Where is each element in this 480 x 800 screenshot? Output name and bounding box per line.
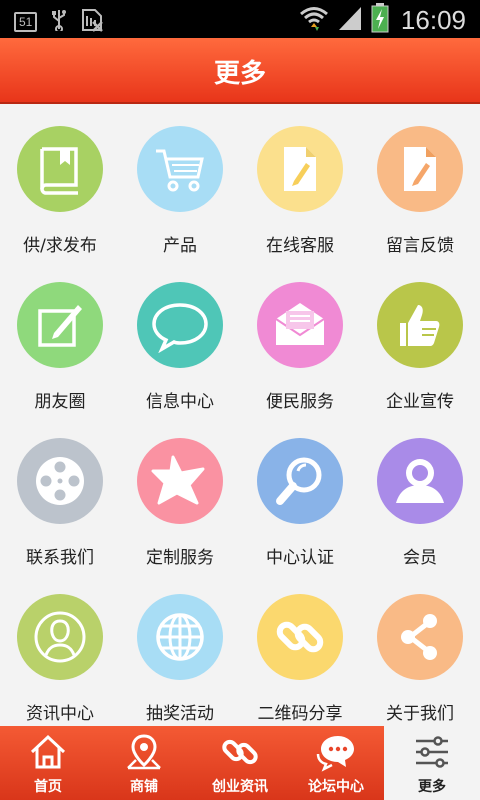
notification-badge: 51 xyxy=(14,12,38,32)
grid-item-about-us[interactable]: 关于我们 xyxy=(360,572,480,726)
wifi-icon xyxy=(299,5,329,35)
grid-item-label: 资讯中心 xyxy=(26,704,94,724)
sim-icon xyxy=(81,8,104,36)
grid-item-member[interactable]: 会员 xyxy=(360,416,480,572)
grid-item-contact-us[interactable]: 联系我们 xyxy=(0,416,120,572)
book-icon xyxy=(17,126,103,212)
grid-item-label: 关于我们 xyxy=(386,704,454,724)
star-icon xyxy=(137,438,223,524)
grid-item-label: 产品 xyxy=(163,236,197,256)
link-icon xyxy=(257,594,343,680)
mail-icon xyxy=(257,282,343,368)
grid-item-lottery[interactable]: 抽奖活动 xyxy=(120,572,240,726)
usb-icon xyxy=(51,9,67,35)
nav-item-home[interactable]: 首页 xyxy=(0,726,96,800)
grid-item-feedback[interactable]: 留言反馈 xyxy=(360,104,480,260)
page-title: 更多 xyxy=(213,59,266,89)
signal-icon xyxy=(337,5,363,35)
map-pin-icon xyxy=(96,732,192,772)
thumbs-up-icon xyxy=(377,282,463,368)
grid-item-custom-service[interactable]: 定制服务 xyxy=(120,416,240,572)
film-reel-icon xyxy=(17,438,103,524)
battery-charging-icon xyxy=(371,3,389,37)
document-edit-icon xyxy=(257,126,343,212)
person-icon xyxy=(17,594,103,680)
bottom-nav: 首页 商铺 创业资讯 论坛中心 更多 xyxy=(0,726,480,800)
app-header: 更多 xyxy=(0,38,480,104)
nav-item-forum[interactable]: 论坛中心 xyxy=(288,726,384,800)
grid-item-convenience[interactable]: 便民服务 xyxy=(240,260,360,416)
share-icon xyxy=(377,594,463,680)
clock: 16:09 xyxy=(400,4,466,35)
nav-item-shops[interactable]: 商铺 xyxy=(96,726,192,800)
nav-label: 论坛中心 xyxy=(308,779,364,795)
grid-item-label: 朋友圈 xyxy=(34,392,86,412)
grid-item-label: 在线客服 xyxy=(266,236,334,256)
grid-item-label: 留言反馈 xyxy=(386,236,454,256)
grid-item-online-service[interactable]: 在线客服 xyxy=(240,104,360,260)
link-icon xyxy=(192,732,288,772)
menu-grid: 供/求发布 产品 在线客服 留言反馈 朋友圈 信息中心 便民服务 企业宣传 联系… xyxy=(0,104,480,726)
nav-label: 商铺 xyxy=(130,779,158,795)
grid-item-news-center[interactable]: 资讯中心 xyxy=(0,572,120,726)
nav-label: 首页 xyxy=(34,779,62,795)
globe-icon xyxy=(137,594,223,680)
grid-item-label: 企业宣传 xyxy=(386,392,454,412)
grid-item-certification[interactable]: 中心认证 xyxy=(240,416,360,572)
grid-item-label: 便民服务 xyxy=(266,392,334,412)
grid-item-label: 供/求发布 xyxy=(23,236,97,256)
chat-bubble-icon xyxy=(137,282,223,368)
settings-sliders-icon xyxy=(384,732,480,772)
grid-item-info-center[interactable]: 信息中心 xyxy=(120,260,240,416)
grid-item-label: 会员 xyxy=(403,548,437,568)
nav-label: 更多 xyxy=(418,779,446,795)
nav-label: 创业资讯 xyxy=(212,779,268,795)
grid-item-label: 联系我们 xyxy=(26,548,94,568)
chat-icon xyxy=(288,732,384,772)
cart-icon xyxy=(137,126,223,212)
grid-item-products[interactable]: 产品 xyxy=(120,104,240,260)
grid-item-label: 二维码分享 xyxy=(257,704,343,724)
grid-item-moments[interactable]: 朋友圈 xyxy=(0,260,120,416)
grid-item-supply-demand[interactable]: 供/求发布 xyxy=(0,104,120,260)
grid-item-label: 定制服务 xyxy=(146,548,214,568)
nav-item-startup-news[interactable]: 创业资讯 xyxy=(192,726,288,800)
grid-item-label: 中心认证 xyxy=(266,548,334,568)
document-edit-icon xyxy=(377,126,463,212)
nav-item-more[interactable]: 更多 xyxy=(384,726,480,800)
grid-item-label: 抽奖活动 xyxy=(146,704,214,724)
magnifier-icon xyxy=(257,438,343,524)
grid-item-label: 信息中心 xyxy=(146,392,214,412)
user-icon xyxy=(377,438,463,524)
home-icon xyxy=(0,732,96,772)
grid-item-qr-share[interactable]: 二维码分享 xyxy=(240,572,360,726)
note-edit-icon xyxy=(17,282,103,368)
grid-item-promotion[interactable]: 企业宣传 xyxy=(360,260,480,416)
status-bar: 51 16:09 xyxy=(0,0,480,38)
